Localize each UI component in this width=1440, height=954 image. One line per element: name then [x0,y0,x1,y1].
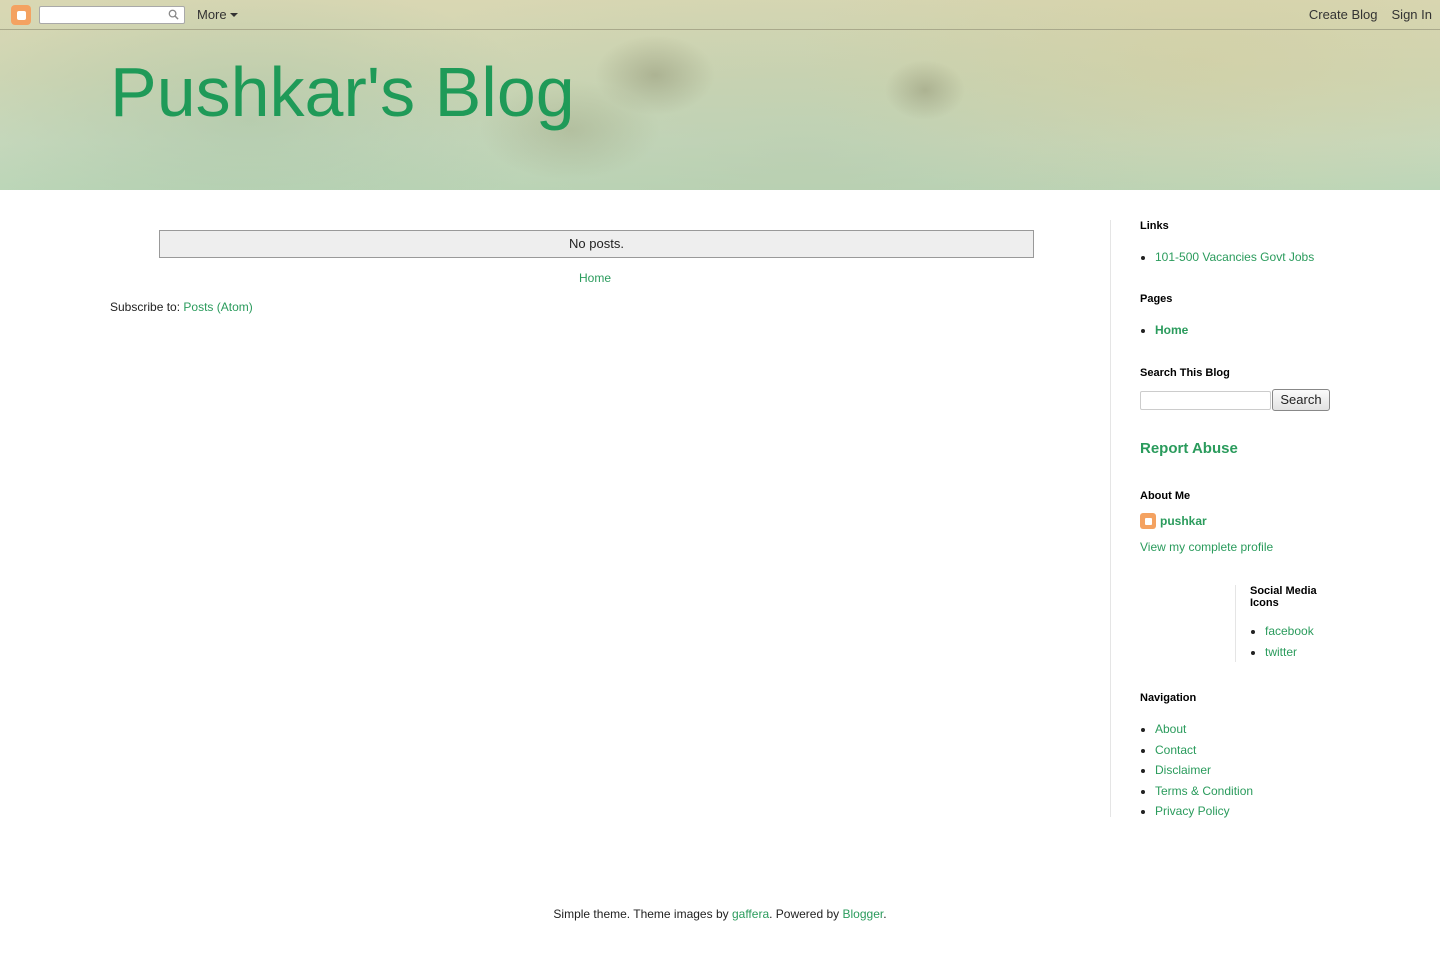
search-title: Search This Blog [1140,367,1230,379]
social-title: Social Media Icons [1250,585,1317,609]
home-link[interactable]: Home [579,271,611,285]
link-govt-jobs[interactable]: 101-500 Vacancies Govt Jobs [1155,250,1314,264]
profile-name-link[interactable]: pushkar [1160,514,1207,528]
header-banner: More Create Blog Sign In Pushkar's Blog [0,0,1440,190]
footer-prefix: Simple theme. Theme images by [553,907,729,921]
more-label: More [197,7,227,22]
footer-suffix: . [883,907,887,921]
gaffera-link[interactable]: gaffera [732,907,769,921]
list-item: Home [1155,320,1188,341]
subscribe-line: Subscribe to: Posts (Atom) [110,300,253,314]
subscribe-label: Subscribe to: [110,300,181,314]
page-home-link[interactable]: Home [1155,323,1188,337]
search-icon[interactable] [168,9,179,20]
search-button[interactable]: Search [1272,389,1330,411]
list-item: facebook [1265,621,1335,642]
blog-search-input[interactable] [1140,391,1271,410]
posts-atom-link[interactable]: Posts (Atom) [183,300,252,314]
footer: Simple theme. Theme images by gaffera. P… [0,907,1440,921]
list-item: Disclaimer [1155,760,1253,781]
blogger-logo-icon[interactable] [11,5,31,25]
navigation-title: Navigation [1140,692,1197,704]
navbar-search-input[interactable] [39,6,185,24]
twitter-link[interactable]: twitter [1265,645,1297,659]
links-title: Links [1140,220,1169,232]
list-item: Terms & Condition [1155,781,1253,802]
blogger-link[interactable]: Blogger [843,907,884,921]
social-media-widget: Social Media Icons facebook twitter [1235,585,1335,662]
nav-privacy-link[interactable]: Privacy Policy [1155,804,1230,818]
blogger-navbar: More Create Blog Sign In [0,0,1440,30]
list-item: 101-500 Vacancies Govt Jobs [1155,247,1314,268]
view-profile-link[interactable]: View my complete profile [1140,540,1273,554]
facebook-link[interactable]: facebook [1265,624,1314,638]
footer-middle: . Powered by [769,907,840,921]
create-blog-link[interactable]: Create Blog [1309,7,1378,22]
nav-about-link[interactable]: About [1155,722,1186,736]
more-menu[interactable]: More [197,7,238,22]
nav-disclaimer-link[interactable]: Disclaimer [1155,763,1211,777]
pages-title: Pages [1140,293,1173,305]
about-me-title: About Me [1140,490,1191,502]
list-item: Privacy Policy [1155,801,1253,822]
list-item: twitter [1265,642,1335,663]
blogger-profile-icon [1140,513,1156,529]
sign-in-link[interactable]: Sign In [1392,7,1432,22]
chevron-down-icon [229,12,238,17]
list-item: About [1155,719,1253,740]
sidebar-divider [1110,220,1111,817]
nav-contact-link[interactable]: Contact [1155,743,1196,757]
nav-terms-link[interactable]: Terms & Condition [1155,784,1253,798]
status-message: No posts. [159,230,1034,258]
blog-title[interactable]: Pushkar's Blog [110,52,575,132]
report-abuse-link[interactable]: Report Abuse [1140,440,1238,457]
list-item: Contact [1155,740,1253,761]
